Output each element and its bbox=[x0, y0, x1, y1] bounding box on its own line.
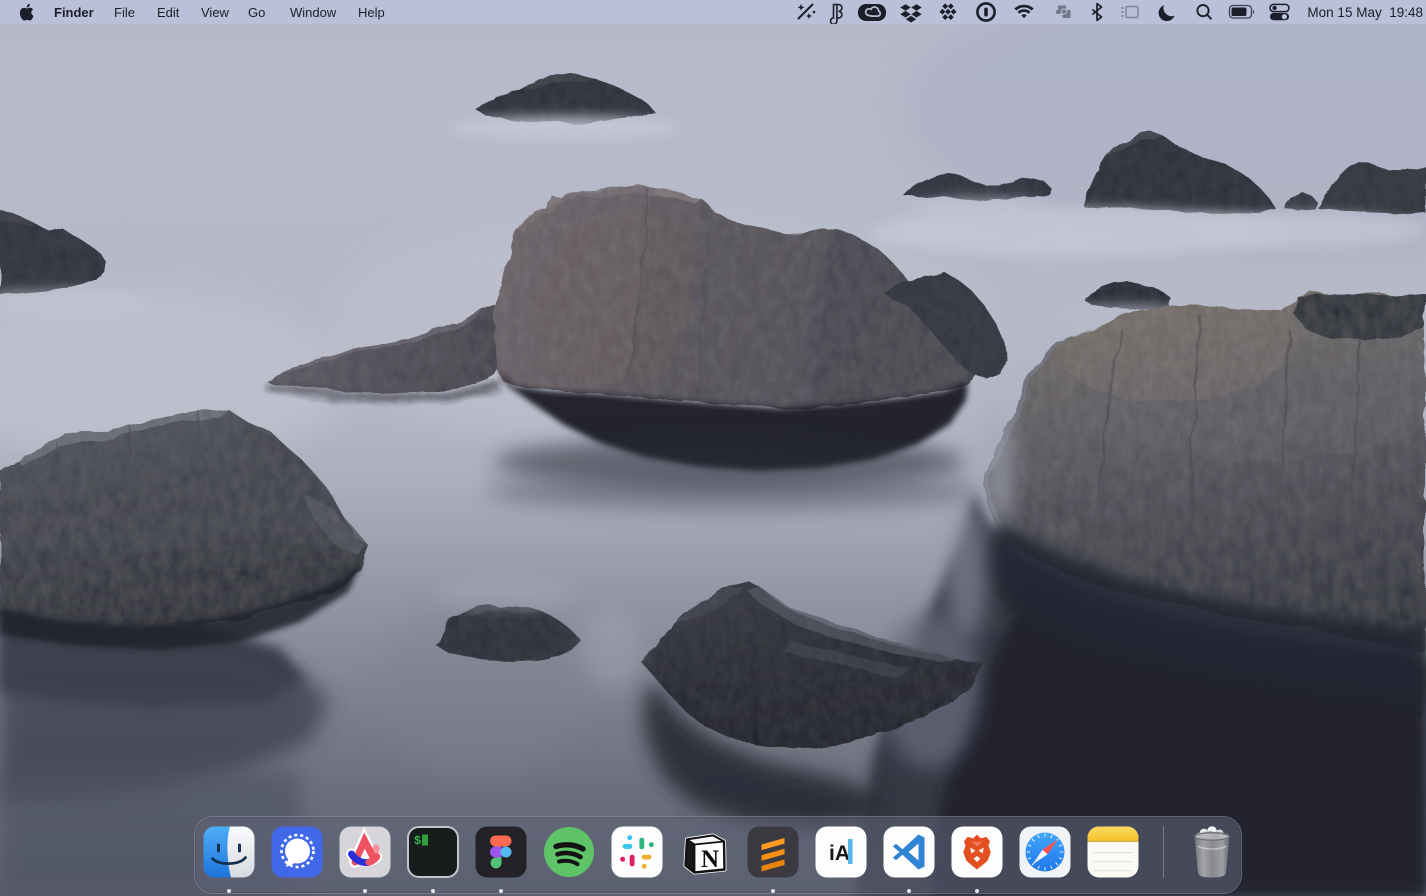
svg-text:iA: iA bbox=[829, 842, 850, 865]
svg-text:N: N bbox=[701, 846, 719, 873]
svg-text:$: $ bbox=[414, 834, 421, 848]
